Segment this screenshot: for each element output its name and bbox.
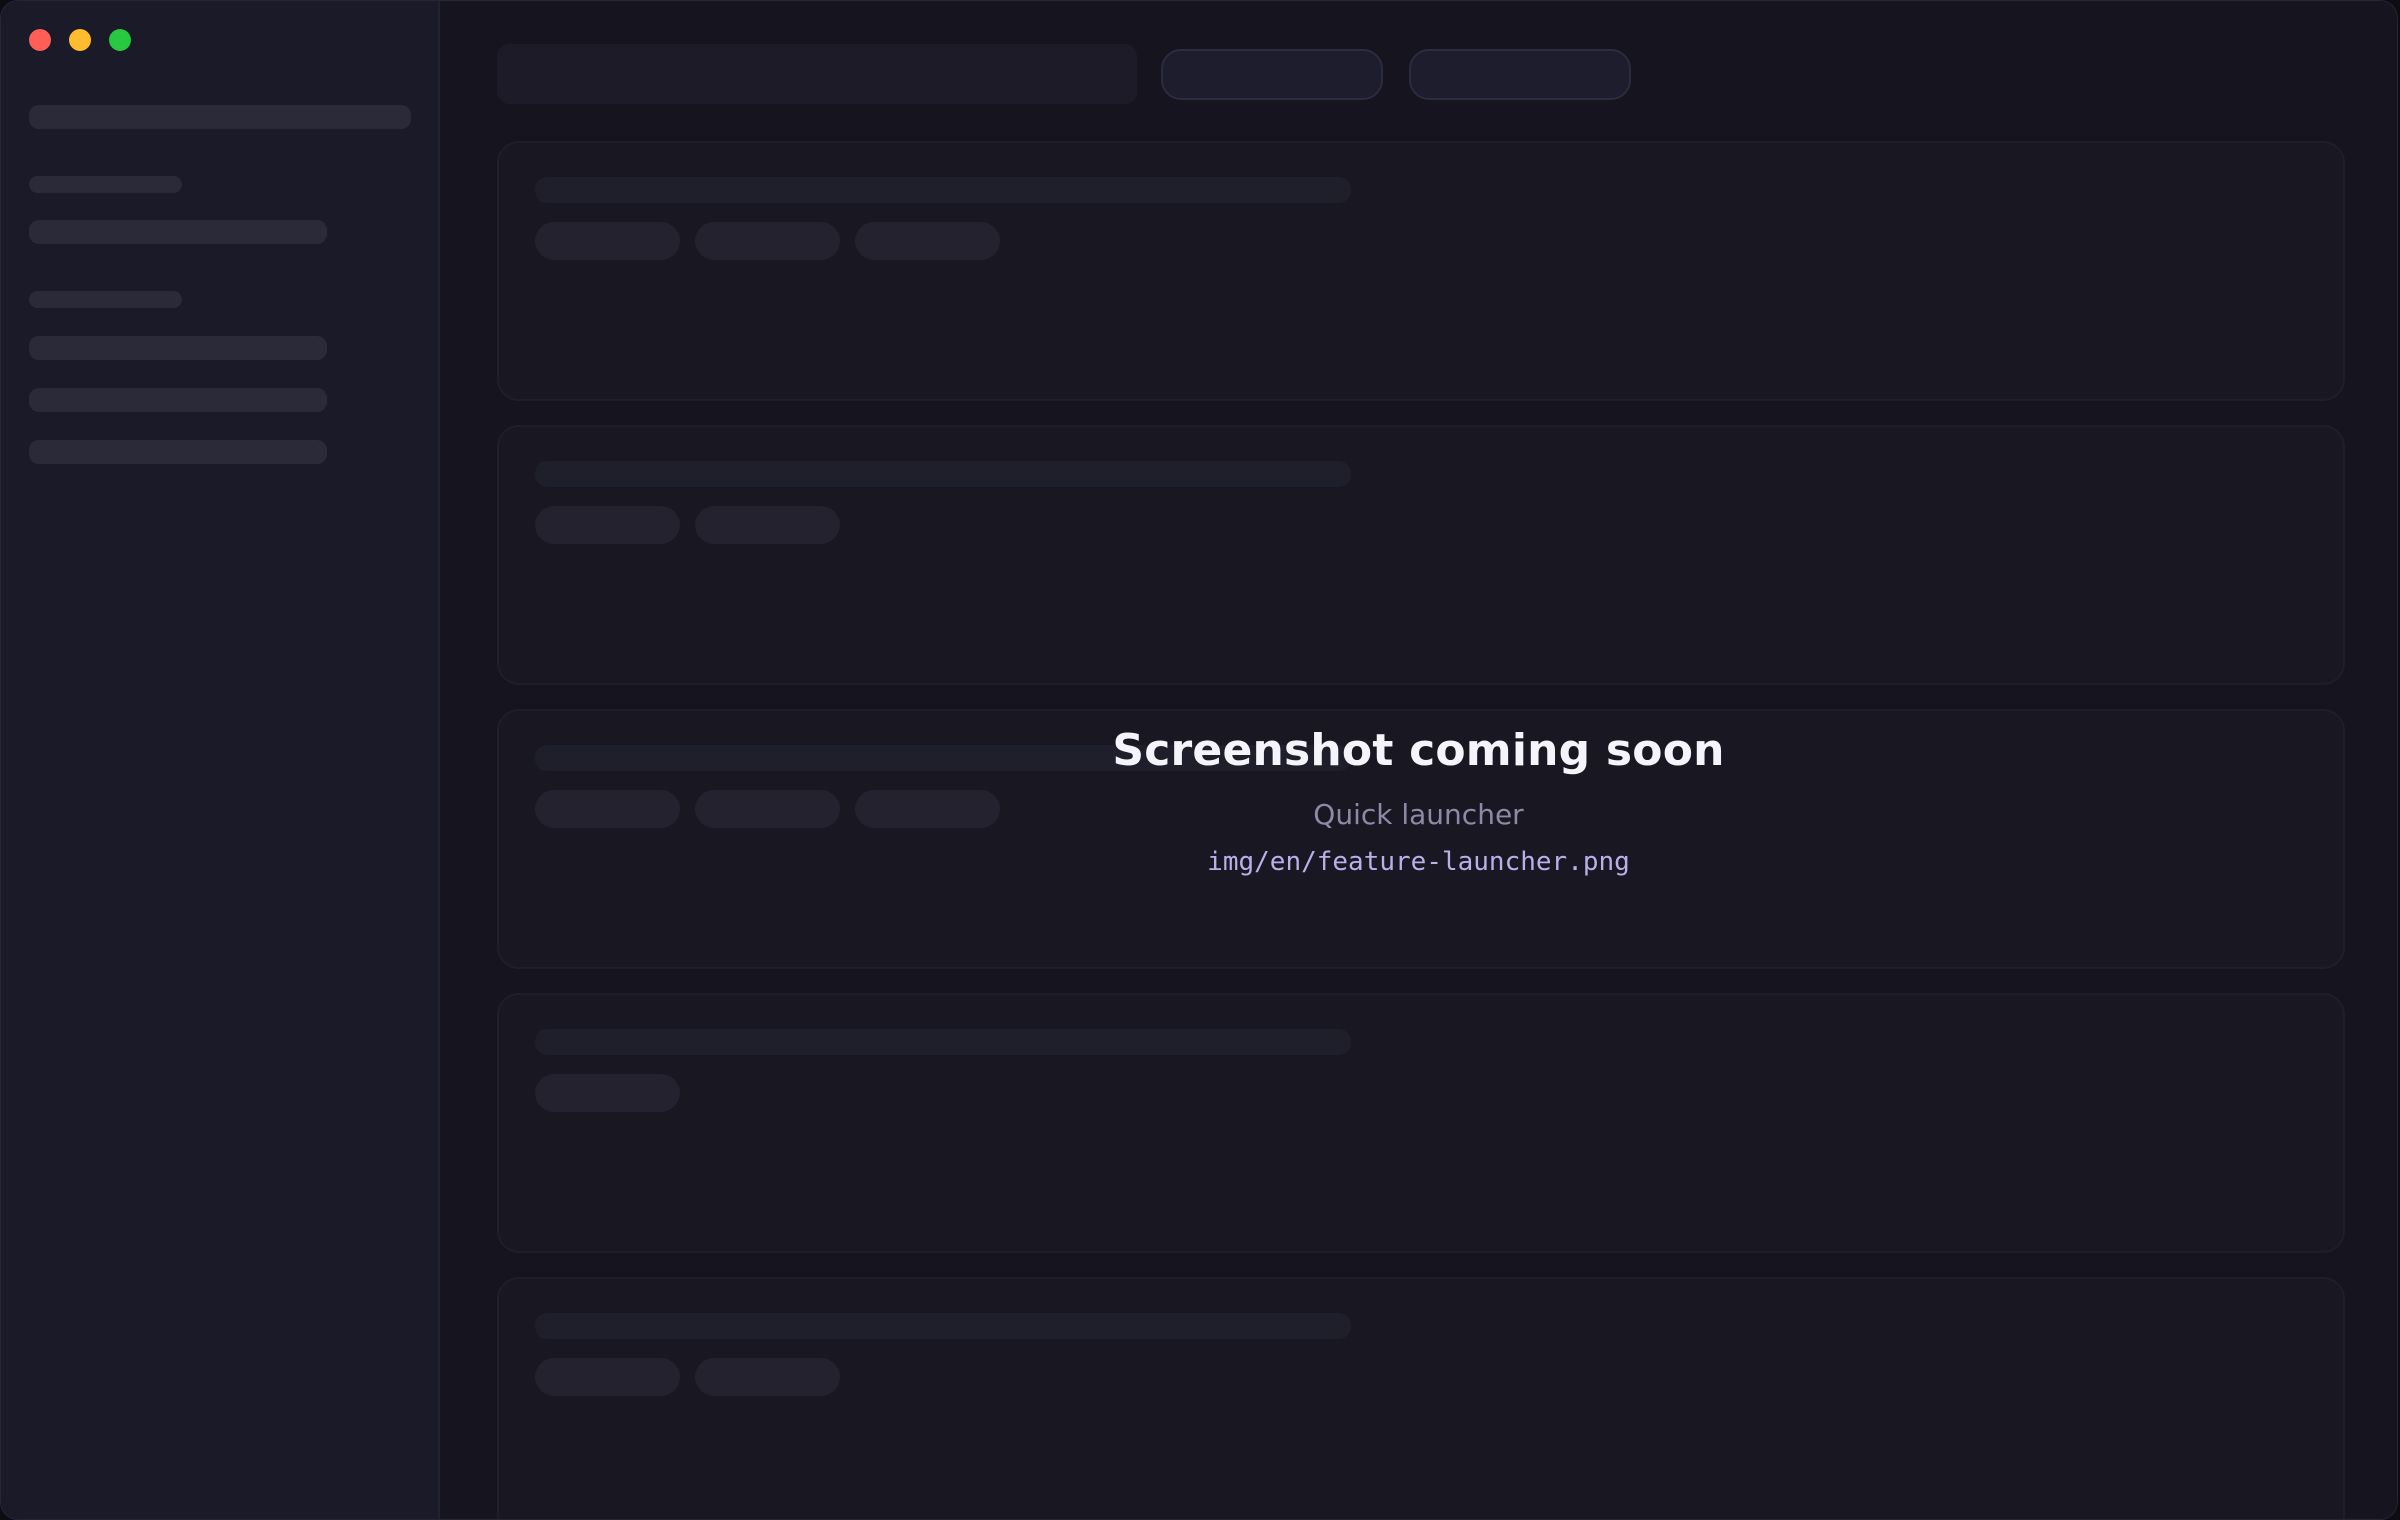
sidebar-item-skeleton[interactable] bbox=[29, 388, 327, 412]
minimize-window-button[interactable] bbox=[69, 29, 91, 51]
placeholder-title: Screenshot coming soon bbox=[1112, 725, 1725, 776]
tag-skeleton bbox=[695, 506, 840, 544]
sidebar-item-skeleton[interactable] bbox=[29, 336, 327, 360]
tag-skeleton bbox=[535, 1358, 680, 1396]
tag-skeleton bbox=[535, 506, 680, 544]
placeholder-subtitle: Quick launcher bbox=[1313, 798, 1524, 831]
tag-skeleton bbox=[695, 1358, 840, 1396]
card-title-skeleton bbox=[535, 461, 1351, 487]
sidebar bbox=[1, 1, 440, 1519]
sidebar-section-header-skeleton bbox=[29, 176, 182, 193]
list-card-skeleton[interactable] bbox=[497, 141, 2345, 401]
sidebar-item-skeleton[interactable] bbox=[29, 220, 327, 244]
list-card-skeleton[interactable] bbox=[497, 993, 2345, 1253]
card-title-skeleton bbox=[535, 1029, 1351, 1055]
app-window: Screenshot coming soon Quick launcher im… bbox=[0, 0, 2398, 1520]
sidebar-section-header-skeleton bbox=[29, 291, 182, 308]
close-window-button[interactable] bbox=[29, 29, 51, 51]
main-content: Screenshot coming soon Quick launcher im… bbox=[440, 1, 2397, 1519]
list-card-skeleton[interactable] bbox=[497, 1277, 2345, 1519]
tag-skeleton bbox=[535, 222, 680, 260]
tag-skeleton bbox=[695, 222, 840, 260]
zoom-window-button[interactable] bbox=[109, 29, 131, 51]
toolbar-button-skeleton[interactable] bbox=[1161, 49, 1383, 100]
tag-skeleton bbox=[535, 1074, 680, 1112]
placeholder-image-path: img/en/feature-launcher.png bbox=[1207, 847, 1630, 877]
toolbar-button-skeleton[interactable] bbox=[1409, 49, 1631, 100]
tag-skeleton bbox=[855, 222, 1000, 260]
sidebar-search-skeleton bbox=[29, 105, 411, 129]
list-card-skeleton[interactable] bbox=[497, 425, 2345, 685]
card-title-skeleton bbox=[535, 177, 1351, 203]
card-title-skeleton bbox=[535, 1313, 1351, 1339]
search-bar-skeleton[interactable] bbox=[497, 44, 1137, 104]
sidebar-item-skeleton[interactable] bbox=[29, 440, 327, 464]
placeholder-overlay: Screenshot coming soon Quick launcher im… bbox=[440, 725, 2397, 877]
